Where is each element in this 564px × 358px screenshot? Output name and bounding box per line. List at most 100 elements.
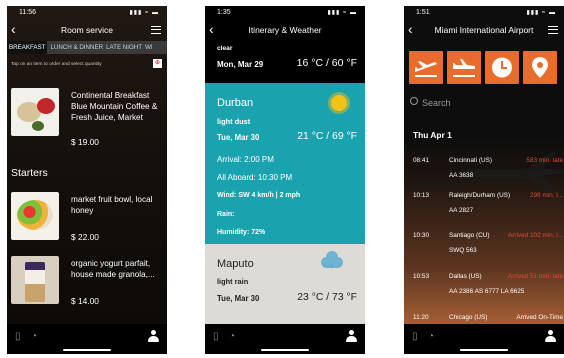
flight-city: Dallas (US)	[449, 273, 482, 280]
weather-condition: clear	[217, 45, 233, 52]
port-name: Durban	[217, 97, 254, 109]
status-time: 1:51	[416, 9, 430, 16]
phone-icon[interactable]: ▯	[15, 331, 21, 342]
back-icon[interactable]: ‹	[408, 20, 413, 39]
flight-status: Arrived 102 min. l...	[507, 232, 563, 239]
item-name: organic yogurt parfait, house made grano…	[71, 259, 155, 279]
phone-icon[interactable]: ▯	[412, 331, 418, 342]
home-indicator	[63, 349, 111, 351]
flight-city: Santiago (CU)	[449, 232, 490, 239]
date-header: Thu Apr 1	[413, 130, 452, 140]
tab-breakfast[interactable]: BREAKFAST	[7, 41, 48, 54]
clock-icon[interactable]	[485, 51, 519, 84]
wind-info: Wind: SW 4 km/h | 2 mph	[217, 192, 301, 199]
flight-status: 298 min. l...	[529, 192, 563, 199]
port-name: Maputo	[217, 258, 254, 270]
weather-temp: 23 °C / 73 °F	[297, 292, 357, 303]
weather-date: Tue, Mar 30	[217, 133, 260, 142]
arrivals-icon[interactable]	[447, 51, 481, 84]
search-input[interactable]: Search	[410, 97, 451, 108]
home-indicator	[261, 349, 309, 351]
room-service-screen: 11:56 ▮▮▮ ≈ ▬ ‹ Room service BREAKFAST LU…	[7, 6, 167, 354]
phone-icon[interactable]: ▯	[213, 331, 219, 342]
tab-more[interactable]: WI	[145, 44, 153, 51]
weather-temp: 21 °C / 69 °F	[297, 131, 357, 142]
tab-bar: ▯ ◔	[205, 324, 365, 354]
itinerary-weather-screen: 1:35 ▮▮▮ ≈ ▬ ‹ Itinerary & Weather clear…	[205, 6, 365, 354]
home-indicator	[460, 349, 508, 351]
humidity-info: Humidity: 72%	[217, 229, 266, 236]
flight-city: Raleigh/Durham (US)	[449, 192, 511, 199]
item-price: $ 14.00	[71, 296, 99, 306]
flight-row[interactable]: 10:53 Dallas (US) Arrived 51 min. late A…	[413, 273, 563, 303]
nav-bar: ‹ Room service	[7, 20, 167, 40]
profile-icon[interactable]	[148, 330, 159, 343]
profile-icon[interactable]	[545, 330, 556, 343]
page-title: Itinerary & Weather	[248, 25, 322, 35]
item-price: $ 19.00	[71, 137, 99, 147]
compass-icon[interactable]: ◔	[229, 331, 235, 342]
flight-time: 10:53	[413, 273, 429, 280]
back-icon[interactable]: ‹	[209, 20, 214, 39]
hint-text: Tap on an item to order and select quant…	[11, 62, 102, 67]
status-bar: 1:51 ▮▮▮ ≈ ▬	[404, 6, 564, 20]
item-photo	[11, 192, 59, 240]
flight-status: Arrived On-Time	[516, 314, 563, 321]
flight-numbers: SWQ 563	[449, 247, 477, 254]
all-aboard-time: All Aboard: 10:30 PM	[217, 173, 293, 182]
item-price: $ 22.00	[71, 232, 99, 242]
profile-icon[interactable]	[346, 330, 357, 343]
departures-icon[interactable]	[409, 51, 443, 84]
filter-icons	[409, 51, 564, 85]
flight-numbers: AA 2386 AS 6777 LA 6625	[449, 288, 525, 295]
weather-date: Tue, Mar 30	[217, 294, 260, 303]
status-time: 1:35	[217, 9, 231, 16]
weather-condition: light dust	[217, 117, 251, 126]
weather-date: Mon, Mar 29	[217, 60, 264, 69]
tab-bar: ▯ ◔	[7, 324, 167, 354]
status-bar: 1:35 ▮▮▮ ≈ ▬	[205, 6, 365, 20]
back-icon[interactable]: ‹	[11, 20, 16, 39]
flight-status: Arrived 51 min. late	[507, 273, 563, 280]
item-photo	[11, 88, 59, 136]
nav-bar: ‹ Miami International Airport	[404, 20, 564, 40]
weather-day-card: clear Mon, Mar 29 16 °C / 60 °F	[205, 43, 365, 77]
flight-city: Cincinnati (US)	[449, 157, 492, 164]
tab-late-night[interactable]: LATE NIGHT	[106, 44, 142, 51]
search-placeholder: Search	[422, 98, 451, 108]
search-icon	[410, 97, 418, 105]
menu-icon[interactable]	[548, 26, 558, 34]
tab-bar: ▯ ◔	[404, 324, 564, 354]
weather-day-card: Maputo light rain Tue, Mar 30 23 °C / 73…	[205, 244, 365, 324]
item-photo	[11, 256, 59, 304]
flight-time: 08:41	[413, 157, 429, 164]
menu-item[interactable]: organic yogurt parfait, house made grano…	[11, 256, 163, 312]
page-title: Room service	[61, 25, 113, 35]
flight-numbers: AA 3638	[449, 172, 474, 179]
item-name: market fruit bowl, local honey	[71, 195, 153, 215]
sun-icon	[331, 95, 347, 111]
flight-row[interactable]: 10:30 Santiago (CU) Arrived 102 min. l..…	[413, 232, 563, 262]
flight-row[interactable]: 10:13 Raleigh/Durham (US) 298 min. l... …	[413, 192, 563, 222]
arrival-time: Arrival: 2:00 PM	[217, 155, 274, 164]
location-pin-icon[interactable]	[523, 51, 557, 84]
weather-day-card-current: Durban light dust Tue, Mar 30 21 °C / 69…	[205, 83, 365, 244]
compass-icon[interactable]: ◔	[428, 331, 434, 342]
flight-status: 583 min. late	[526, 157, 563, 164]
menu-icon[interactable]	[151, 26, 161, 34]
status-time: 11:56	[19, 9, 36, 16]
rain-cloud-icon	[321, 251, 343, 272]
compass-icon[interactable]: ◔	[31, 331, 37, 342]
flight-time: 11:20	[413, 314, 429, 321]
flight-time: 10:13	[413, 192, 429, 199]
menu-item[interactable]: Continental Breakfast Blue Mountain Coff…	[11, 88, 163, 148]
weather-temp: 16 °C / 60 °F	[296, 57, 357, 69]
flight-row[interactable]: 08:41 Cincinnati (US) 583 min. late AA 3…	[413, 157, 563, 187]
flight-city: Chicago (US)	[449, 314, 488, 321]
airport-screen: 1:51 ▮▮▮ ≈ ▬ ‹ Miami International Airpo…	[404, 6, 564, 354]
menu-item[interactable]: market fruit bowl, local honey $ 22.00	[11, 192, 163, 248]
section-title: Starters	[11, 167, 48, 179]
tab-lunch-dinner[interactable]: LUNCH & DINNER	[50, 44, 103, 51]
signal-icon: ▮▮▮ ≈ ▬	[129, 10, 159, 16]
cart-icon[interactable]: ⊕	[153, 59, 162, 68]
